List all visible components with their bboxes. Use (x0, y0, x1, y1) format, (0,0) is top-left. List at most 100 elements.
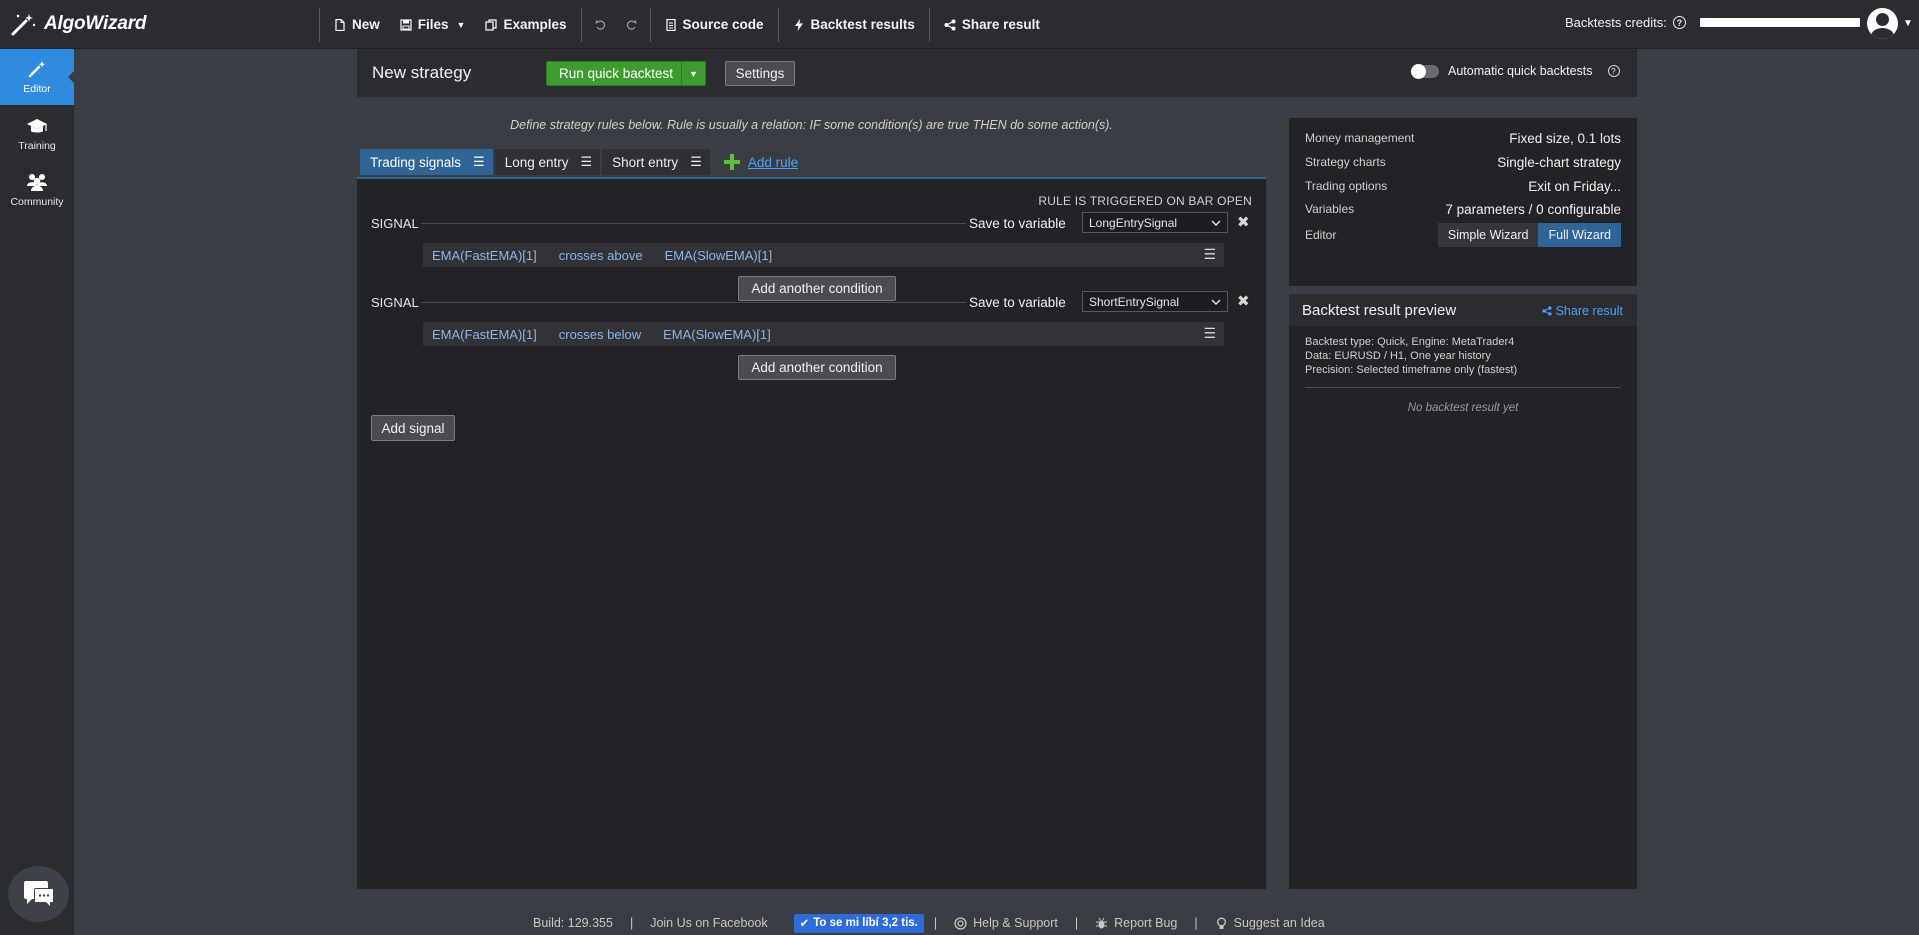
close-icon[interactable]: ✖ (1237, 213, 1250, 231)
condition-row: EMA(FastEMA)[1] crosses below EMA(SlowEM… (423, 322, 1224, 346)
simple-wizard-button[interactable]: Simple Wizard (1437, 223, 1539, 247)
share-result-button[interactable]: Share result (934, 0, 1050, 49)
variable-select[interactable]: LongEntrySignal (1082, 212, 1228, 233)
redo-button[interactable] (616, 0, 646, 49)
condition-left-operand[interactable]: EMA(FastEMA)[1] (432, 248, 537, 263)
property-row: Money management Fixed size, 0.1 lots (1305, 128, 1621, 148)
tab-long-entry[interactable]: Long entry ☰ (494, 149, 601, 175)
files-dropdown[interactable]: Files ▼ (390, 0, 476, 49)
property-key: Editor (1305, 228, 1337, 242)
help-icon[interactable]: ? (1672, 16, 1686, 29)
new-button[interactable]: New (324, 0, 390, 49)
app-logo-text: AlgoWizard (44, 13, 147, 34)
app-logo[interactable]: AlgoWizard (10, 12, 147, 36)
sidebar-item-community[interactable]: Community (0, 162, 74, 218)
strategy-properties: Money management Fixed size, 0.1 lots St… (1289, 118, 1637, 286)
facebook-link[interactable]: Join Us on Facebook (650, 916, 767, 930)
new-label: New (352, 17, 380, 32)
source-code-button[interactable]: Source code (655, 0, 774, 49)
sidebar-item-label: Training (18, 140, 56, 152)
condition-operator[interactable]: crosses below (559, 327, 641, 342)
menu-icon[interactable]: ☰ (473, 154, 485, 170)
property-key: Strategy charts (1305, 155, 1386, 169)
property-key: Variables (1305, 202, 1355, 216)
avatar (1867, 8, 1898, 39)
menu-icon[interactable]: ☰ (1203, 246, 1216, 263)
strategy-header: New strategy Run quick backtest ▼ Settin… (357, 49, 1637, 97)
bug-icon (1096, 917, 1108, 928)
sidebar-item-training[interactable]: Training (0, 106, 74, 162)
condition-left-operand[interactable]: EMA(FastEMA)[1] (432, 327, 537, 342)
document-icon (665, 18, 676, 31)
redo-icon (626, 19, 636, 30)
variable-select[interactable]: ShortEntrySignal (1082, 291, 1228, 312)
tab-label: Trading signals (370, 154, 462, 170)
property-key: Trading options (1305, 179, 1388, 193)
signal-block: SIGNAL Save to variable ShortEntrySignal… (371, 291, 1253, 380)
examples-button[interactable]: Examples (475, 0, 576, 49)
empty-state: No backtest result yet (1407, 402, 1519, 414)
signal-label: SIGNAL (371, 216, 419, 231)
add-condition-button[interactable]: Add another condition (738, 355, 896, 380)
suggest-idea-label: Suggest an Idea (1233, 916, 1325, 930)
tab-trading-signals[interactable]: Trading signals ☰ (360, 149, 493, 175)
menu-icon[interactable]: ☰ (581, 154, 593, 170)
sidebar-item-editor[interactable]: Editor (0, 49, 74, 105)
chevron-down-icon[interactable]: ▼ (681, 62, 705, 85)
tab-short-entry[interactable]: Short entry ☰ (602, 149, 710, 175)
auto-backtest-label: Automatic quick backtests (1448, 64, 1593, 78)
help-support-link[interactable]: Help & Support (954, 916, 1058, 930)
close-icon[interactable]: ✖ (1237, 292, 1250, 310)
editor-mode-toggle: Simple Wizard Full Wizard (1437, 223, 1621, 247)
top-toolbar: AlgoWizard New Files ▼ Examples Source c… (0, 0, 1919, 49)
menu-icon[interactable]: ☰ (690, 154, 702, 170)
property-value[interactable]: Single-chart strategy (1497, 155, 1621, 170)
share-result-link[interactable]: Share result (1542, 304, 1623, 318)
suggest-idea-link[interactable]: Suggest an Idea (1215, 916, 1325, 930)
property-row: Editor Simple Wizard Full Wizard (1305, 222, 1621, 248)
report-bug-label: Report Bug (1114, 916, 1178, 930)
condition-right-operand[interactable]: EMA(SlowEMA)[1] (663, 327, 771, 342)
property-value[interactable]: 7 parameters / 0 configurable (1445, 202, 1621, 217)
condition-right-operand[interactable]: EMA(SlowEMA)[1] (665, 248, 773, 263)
rules-hint: Define strategy rules below. Rule is usu… (510, 118, 1113, 132)
share-result-label: Share result (1555, 304, 1623, 318)
nav-divider (777, 7, 779, 42)
check-icon: ✔ (799, 918, 810, 930)
nav-divider (319, 7, 320, 42)
rule-tabs: Trading signals ☰ Long entry ☰ Short ent… (360, 149, 798, 175)
undo-button[interactable] (586, 0, 616, 49)
property-value[interactable]: Exit on Friday... (1528, 179, 1621, 194)
help-icon[interactable]: ? (1607, 65, 1620, 77)
divider (421, 302, 966, 303)
chat-button[interactable] (8, 866, 69, 922)
share-result-label: Share result (961, 17, 1040, 32)
tab-label: Short entry (612, 154, 679, 170)
variable-select-value: ShortEntrySignal (1089, 294, 1180, 309)
add-rule-link[interactable]: Add rule (723, 149, 798, 175)
divider (421, 223, 966, 224)
menu-icon[interactable]: ☰ (1203, 325, 1216, 342)
tab-label: Long entry (504, 154, 569, 170)
user-menu[interactable]: ▼ (1867, 8, 1913, 39)
report-bug-link[interactable]: Report Bug (1095, 916, 1177, 930)
property-value[interactable]: Fixed size, 0.1 lots (1509, 131, 1621, 146)
save-to-variable-label: Save to variable (969, 216, 1066, 231)
preview-info-line: Precision: Selected timeframe only (fast… (1305, 364, 1518, 376)
condition-operator[interactable]: crosses above (559, 248, 643, 263)
users-icon (27, 174, 47, 191)
trigger-info: RULE IS TRIGGERED ON BAR OPEN (1038, 194, 1252, 208)
settings-button[interactable]: Settings (725, 61, 795, 86)
full-wizard-button[interactable]: Full Wizard (1538, 223, 1621, 247)
run-quick-backtest-button[interactable]: Run quick backtest ▼ (546, 61, 706, 86)
main-nav: New Files ▼ Examples Source code Backtes… (315, 0, 1050, 49)
facebook-like-button[interactable]: ✔ To se mi líbí 3,2 tis. (793, 913, 924, 933)
auto-backtest-toggle[interactable] (1411, 63, 1439, 79)
add-signal-button[interactable]: Add signal (371, 415, 455, 441)
property-row: Strategy charts Single-chart strategy (1305, 152, 1621, 172)
left-sidebar: Editor Training Community (0, 49, 74, 935)
credits-label: Backtests credits: (1565, 15, 1667, 30)
source-code-label: Source code (682, 17, 764, 32)
backtest-results-button[interactable]: Backtest results (783, 0, 925, 49)
preview-title: Backtest result preview (1302, 302, 1457, 319)
